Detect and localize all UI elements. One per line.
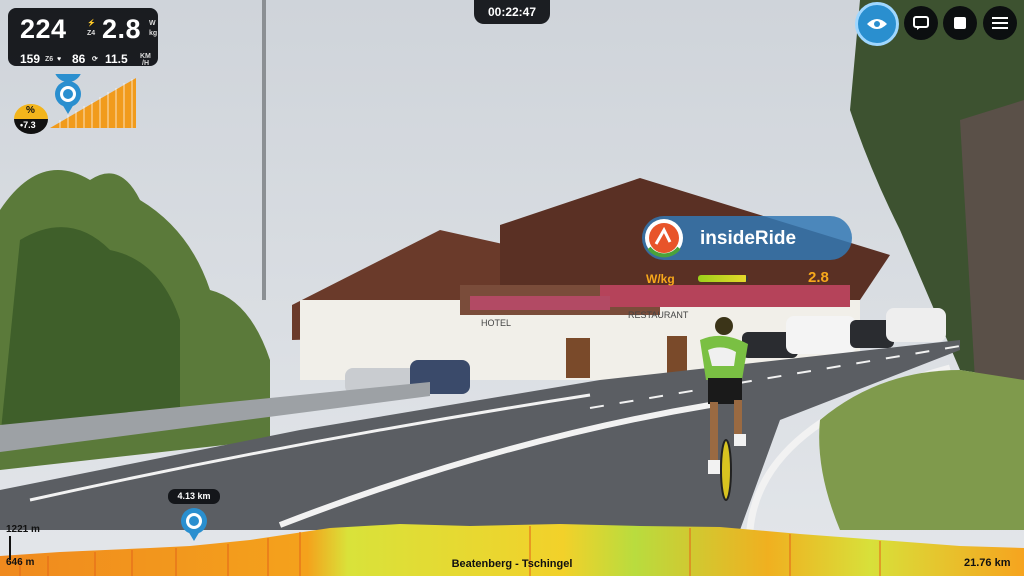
- speed-unit-km: KM: [140, 53, 151, 60]
- grade-percent-symbol: %: [26, 105, 35, 116]
- cadence-icon: ⟳: [92, 56, 98, 63]
- rider-wkg-label: W/kg: [646, 272, 675, 286]
- grade-badge: % •7.3: [14, 104, 48, 134]
- grade-value: •7.3: [20, 120, 36, 130]
- stop-icon: [954, 17, 966, 29]
- location-pin-icon: [181, 508, 207, 541]
- bolt-icon: ⚡: [87, 20, 96, 27]
- rider-logo-icon: [645, 219, 683, 258]
- rider-wkg-bar: [698, 275, 748, 282]
- menu-icon: [992, 17, 1008, 29]
- heart-icon: ♥: [57, 56, 62, 63]
- stop-button[interactable]: [943, 6, 977, 40]
- rider-name: insideRide: [700, 228, 797, 249]
- view-button[interactable]: [855, 2, 899, 46]
- wkg-unit-w: W: [149, 20, 156, 27]
- chat-button[interactable]: [904, 6, 938, 40]
- hotel-sign: HOTEL: [481, 318, 511, 328]
- heart-rate-value: 159: [20, 52, 41, 66]
- total-distance: 21.76 km: [964, 557, 1011, 569]
- power-value: 224: [20, 14, 67, 44]
- road-scene: HOTEL RESTAURANT: [0, 0, 1024, 576]
- route-name: Beatenberg - Tschingel: [451, 558, 573, 570]
- speed-unit-h: /H: [142, 60, 149, 67]
- elevation-max: 1221 m: [6, 524, 40, 535]
- view-icon: [867, 19, 887, 29]
- wkg-unit-kg: kg: [149, 30, 158, 37]
- chat-icon: [913, 16, 929, 30]
- menu-button[interactable]: [983, 6, 1017, 40]
- wkg-value: 2.8: [102, 14, 142, 44]
- current-distance: 4.13 km: [168, 489, 220, 504]
- power-zone: Z4: [87, 30, 96, 37]
- cadence-value: 86: [72, 52, 86, 66]
- elapsed-timer: 00:22:47: [474, 0, 550, 24]
- speed-value: 11.5: [105, 52, 128, 66]
- rider-avatar-icon: [55, 74, 81, 114]
- metrics-panel: 224 ⚡ Z4 2.8 W kg 159 Z6 ♥ 86 ⟳ 11.5 KM …: [8, 8, 158, 67]
- rider-wkg-value: 2.8: [808, 269, 829, 286]
- rider-wkg-bar-fill: [698, 275, 746, 282]
- restaurant-sign: RESTAURANT: [628, 310, 689, 320]
- hr-zone: Z6: [45, 56, 54, 63]
